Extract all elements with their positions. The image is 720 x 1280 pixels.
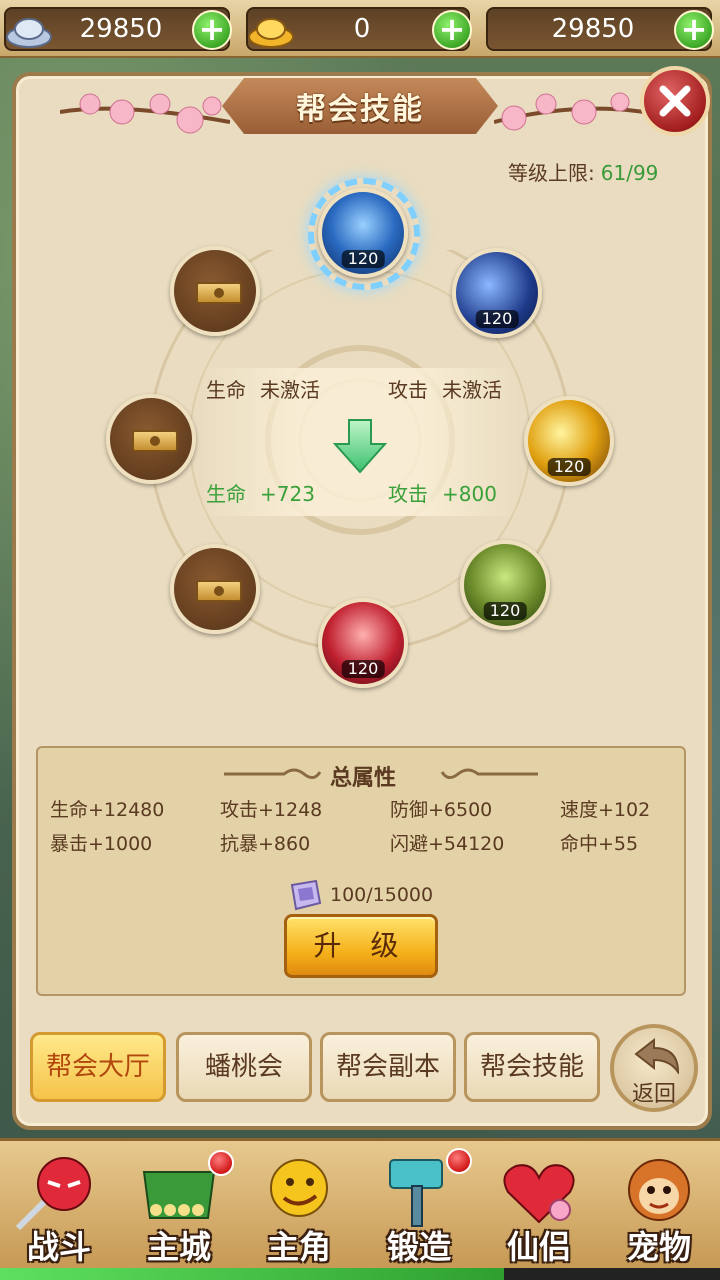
battle-ninja-icon [15, 1157, 91, 1231]
current-hp-line: 生命 未激活 [206, 376, 320, 404]
lock-icon [132, 430, 178, 452]
skill-node-lower-right[interactable]: 120 [460, 540, 550, 630]
third-amount: 29850 [551, 14, 635, 44]
back-arrow-icon [634, 1038, 680, 1074]
next-atk-label: 攻击 [388, 482, 428, 506]
level-cap: 等级上限: 61/99 [508, 158, 658, 188]
next-hp-value: +723 [260, 482, 315, 506]
skill-node-upper-right[interactable]: 120 [452, 248, 542, 338]
upgrade-cost: 100/15000 [286, 878, 433, 912]
nav-label: 主城 [146, 1228, 211, 1266]
title-ornament-right [440, 768, 538, 779]
attr-atk: 攻击+1248 [220, 799, 323, 821]
panel-title-plate: 帮会技能 [222, 78, 498, 134]
add-gold-button[interactable]: + [432, 10, 472, 50]
blossom-right-decor [494, 92, 644, 131]
nav-forge[interactable]: 锻造 [364, 1148, 474, 1268]
locked-node-upper-left[interactable] [170, 246, 260, 336]
nav-battle[interactable]: 战斗 [4, 1148, 114, 1268]
panel-title: 帮会技能 [296, 92, 424, 127]
monkey-pet-icon [628, 1159, 690, 1221]
currency-bar: 29850 + 0 + 29850 + [0, 0, 720, 58]
gold-currency: 0 + [246, 7, 472, 51]
blossom-left-decor [60, 93, 230, 134]
nav-hero[interactable]: 主角 [244, 1148, 354, 1268]
add-third-button[interactable]: + [674, 10, 714, 50]
skill-level: 120 [475, 310, 519, 328]
level-cap-label: 等级上限: [508, 161, 595, 185]
attributes-title: 总属性 [329, 766, 396, 791]
upgrade-button[interactable]: 升 级 [284, 914, 438, 978]
nav-label: 锻造 [386, 1228, 451, 1266]
nav-companion[interactable]: 仙侣 [484, 1148, 594, 1268]
attr-def: 防御+6500 [390, 799, 493, 821]
locked-node-lower-left[interactable] [170, 544, 260, 634]
close-button[interactable] [640, 66, 710, 136]
skill-node-bottom[interactable]: 120 [318, 598, 408, 688]
silver-ingot-icon [6, 18, 52, 48]
lock-icon [196, 282, 242, 304]
attr-crit: 暴击+1000 [50, 833, 153, 855]
attr-hp: 生命+12480 [50, 799, 165, 821]
back-button[interactable]: 返回 [610, 1024, 698, 1112]
nav-label: 主角 [266, 1228, 331, 1266]
notification-dot [208, 1150, 234, 1176]
hero-face-icon [270, 1159, 328, 1217]
tab-guild-dungeon[interactable]: 帮会副本 [320, 1032, 456, 1102]
skill-level: 120 [341, 660, 385, 678]
lock-icon [196, 580, 242, 602]
nav-label: 宠物 [626, 1228, 691, 1266]
atk-label: 攻击 [388, 378, 428, 402]
close-icon [659, 85, 691, 117]
current-atk-line: 攻击 未激活 [388, 376, 502, 404]
progress-fill [0, 1268, 504, 1280]
add-silver-button[interactable]: + [192, 10, 232, 50]
tab-guild-hall[interactable]: 帮会大厅 [30, 1032, 166, 1102]
notification-dot [446, 1148, 472, 1174]
experience-progress-bar [0, 1268, 720, 1280]
atk-status: 未激活 [442, 378, 502, 402]
skill-level: 120 [341, 250, 385, 268]
next-hp-label: 生命 [206, 482, 246, 506]
next-hp-line: 生命 +723 [206, 480, 315, 508]
hp-label: 生命 [206, 378, 246, 402]
locked-node-left[interactable] [106, 394, 196, 484]
skill-node-top[interactable]: 120 [318, 188, 408, 278]
attr-anticrit: 抗暴+860 [220, 833, 311, 855]
gold-ingot-icon [248, 18, 294, 48]
tab-peach-feast[interactable]: 蟠桃会 [176, 1032, 312, 1102]
guild-token-icon [290, 879, 322, 911]
attr-dodge: 闪避+54120 [390, 833, 505, 855]
hp-status: 未激活 [260, 378, 320, 402]
nav-pet[interactable]: 宠物 [604, 1148, 714, 1268]
level-cap-value: 61/99 [600, 161, 659, 185]
nav-main-city[interactable]: 主城 [124, 1148, 234, 1268]
cost-value: 100/15000 [330, 884, 434, 906]
heart-flower-icon [503, 1164, 575, 1224]
tab-guild-skill[interactable]: 帮会技能 [464, 1032, 600, 1102]
skill-node-right[interactable]: 120 [524, 396, 614, 486]
attr-hit: 命中+55 [560, 833, 639, 855]
attr-speed: 速度+102 [560, 799, 651, 821]
back-label: 返回 [631, 1082, 676, 1107]
arrow-down-icon [333, 419, 387, 474]
skill-level: 120 [483, 602, 527, 620]
next-atk-line: 攻击 +800 [388, 480, 497, 508]
gold-amount: 0 [353, 14, 371, 44]
nav-label: 战斗 [26, 1228, 91, 1266]
next-atk-value: +800 [442, 482, 497, 506]
skill-level: 120 [547, 458, 591, 476]
silver-currency: 29850 + [4, 7, 232, 51]
silver-amount: 29850 [79, 14, 163, 44]
nav-label: 仙侣 [506, 1228, 571, 1266]
third-currency: 29850 + [486, 7, 714, 51]
